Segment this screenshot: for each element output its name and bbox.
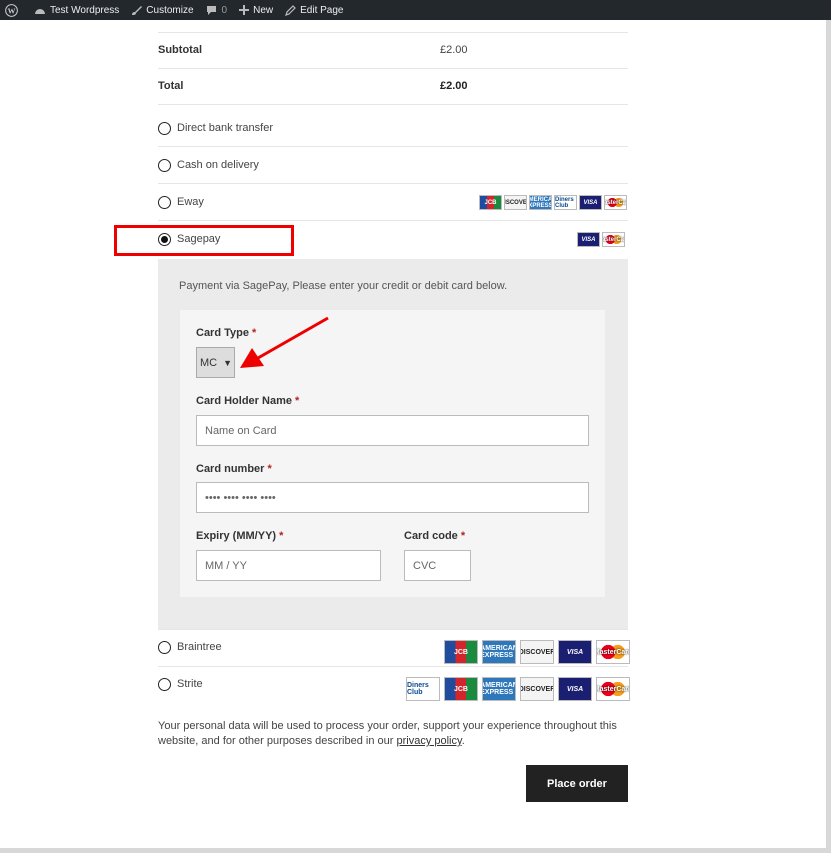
payment-method-braintree[interactable]: Braintree — [158, 637, 222, 657]
jcb-card-icon: JCB — [444, 640, 478, 664]
mastercard-card-icon: MasterCard — [604, 195, 627, 210]
comments-count: 0 — [221, 4, 228, 16]
card-number-input[interactable]: •••• •••• •••• •••• — [196, 482, 589, 513]
diners-card-icon: Diners Club — [406, 677, 440, 701]
radio-button[interactable] — [158, 158, 171, 172]
jcb-card-icon: JCB — [444, 677, 478, 701]
divider — [158, 183, 628, 184]
card-type-value: MC — [200, 356, 218, 369]
window-frame-right — [826, 20, 831, 853]
visa-card-icon: VISA — [558, 677, 592, 701]
payment-method-label: Braintree — [177, 641, 222, 653]
subtotal-value: £2.00 — [440, 44, 468, 56]
divider — [158, 68, 628, 69]
place-order-button[interactable]: Place order — [526, 765, 628, 802]
divider — [158, 666, 628, 667]
admin-bar-new[interactable]: New — [233, 0, 279, 20]
privacy-policy-link[interactable]: privacy policy — [396, 735, 461, 747]
payment-method-label: Strite — [177, 678, 203, 690]
payment-method-cash-on-delivery[interactable]: Cash on delivery — [158, 155, 259, 175]
sagepay-description: Payment via SagePay, Please enter your c… — [179, 280, 508, 292]
admin-bar-edit-page[interactable]: Edit Page — [279, 0, 349, 20]
divider — [158, 220, 628, 221]
admin-bar-comments[interactable]: 0 — [200, 0, 234, 20]
sagepay-card-logos: VISA MasterCard — [575, 232, 625, 247]
mastercard-card-icon: MasterCard — [596, 677, 630, 701]
admin-bar-customize[interactable]: Customize — [125, 0, 199, 20]
total-label: Total — [158, 80, 184, 92]
annotation-arrow-icon — [240, 316, 329, 368]
admin-bar: W Test Wordpress Customize 0 New Edit Pa… — [0, 0, 831, 20]
privacy-notice: Your personal data will be used to proce… — [158, 719, 628, 749]
payment-method-label: Eway — [177, 196, 204, 208]
discover-card-icon: DISCOVER — [520, 640, 554, 664]
braintree-card-logos: JCB AMERICAN EXPRESS DISCOVER VISA Maste… — [440, 640, 630, 664]
dashboard-icon — [35, 9, 45, 14]
radio-button[interactable] — [158, 640, 171, 654]
divider — [158, 32, 628, 33]
payment-method-strite[interactable]: Strite — [158, 674, 203, 694]
card-code-input[interactable]: CVC — [404, 550, 471, 581]
subtotal-label: Subtotal — [158, 44, 202, 56]
strite-card-logos: Diners Club JCB AMERICAN EXPRESS DISCOVE… — [402, 677, 630, 701]
jcb-card-icon: JCB — [479, 195, 502, 210]
divider — [158, 104, 628, 105]
comment-icon — [206, 5, 216, 15]
wordpress-logo-icon[interactable]: W — [0, 0, 28, 20]
radio-button[interactable] — [158, 677, 171, 691]
annotation-highlight-box — [114, 225, 294, 256]
card-holder-label: Card Holder Name * — [196, 395, 300, 407]
svg-text:W: W — [8, 6, 16, 15]
divider — [158, 146, 628, 147]
discover-card-icon: DISCOVER — [520, 677, 554, 701]
window-frame-bottom — [0, 848, 831, 853]
visa-card-icon: VISA — [577, 232, 600, 247]
edit-page-label: Edit Page — [300, 4, 344, 16]
payment-method-label: Direct bank transfer — [177, 122, 273, 134]
card-number-label: Card number * — [196, 463, 272, 475]
amex-card-icon: AMERICAN EXPRESS — [482, 677, 516, 701]
diners-card-icon: Diners Club — [554, 195, 577, 210]
mastercard-card-icon: MasterCard — [596, 640, 630, 664]
payment-method-direct-bank-transfer[interactable]: Direct bank transfer — [158, 118, 273, 138]
mastercard-card-icon: MasterCard — [602, 232, 625, 247]
payment-method-label: Cash on delivery — [177, 159, 259, 171]
visa-card-icon: VISA — [579, 195, 602, 210]
customize-label: Customize — [146, 4, 194, 16]
card-code-label: Card code * — [404, 530, 466, 542]
privacy-text: Your personal data will be used to proce… — [158, 720, 617, 747]
divider — [158, 629, 628, 630]
discover-card-icon: DISCOVER — [504, 195, 527, 210]
expiry-label: Expiry (MM/YY) * — [196, 530, 284, 542]
pencil-icon — [285, 4, 296, 16]
site-name: Test Wordpress — [50, 4, 120, 16]
card-holder-input[interactable]: Name on Card — [196, 415, 589, 446]
visa-card-icon: VISA — [558, 640, 592, 664]
radio-button[interactable] — [158, 195, 171, 209]
payment-method-eway[interactable]: Eway — [158, 192, 204, 212]
eway-card-logos: JCB DISCOVER AMERICAN EXPRESS Diners Clu… — [477, 195, 627, 210]
sagepay-payment-box: Payment via SagePay, Please enter your c… — [158, 259, 628, 629]
plus-icon — [239, 5, 250, 15]
admin-bar-site-link[interactable]: Test Wordpress — [28, 0, 125, 20]
expiry-input[interactable]: MM / YY — [196, 550, 381, 581]
total-value: £2.00 — [440, 80, 468, 92]
paintbrush-icon — [132, 5, 143, 15]
privacy-end: . — [461, 735, 465, 747]
radio-button[interactable] — [158, 121, 171, 135]
amex-card-icon: AMERICAN EXPRESS — [529, 195, 552, 210]
new-label: New — [253, 4, 274, 16]
amex-card-icon: AMERICAN EXPRESS — [482, 640, 516, 664]
